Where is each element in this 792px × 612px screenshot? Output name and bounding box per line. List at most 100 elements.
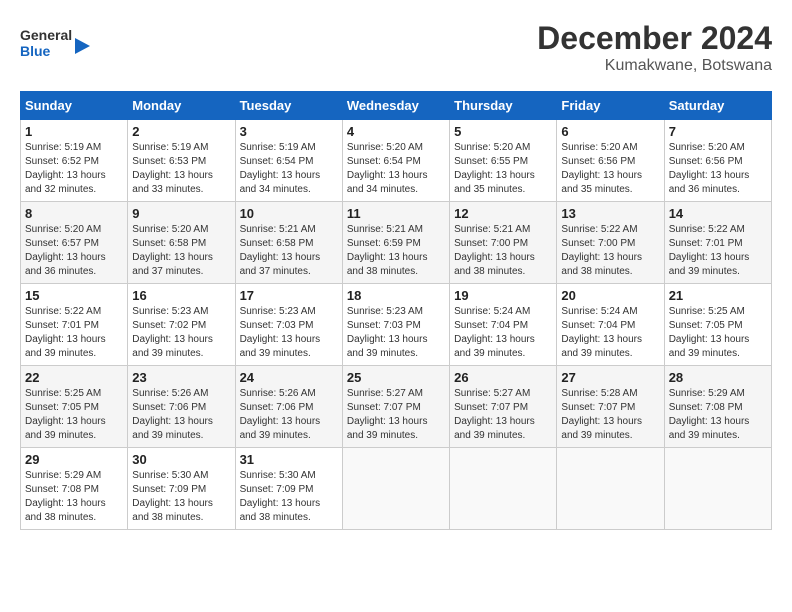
day-number: 11 [347,206,445,221]
calendar-cell [342,448,449,530]
week-row-3: 15 Sunrise: 5:22 AMSunset: 7:01 PMDayligh… [21,284,772,366]
day-number: 24 [240,370,338,385]
day-info: Sunrise: 5:20 AMSunset: 6:57 PMDaylight:… [25,223,123,279]
day-info: Sunrise: 5:20 AMSunset: 6:56 PMDaylight:… [669,141,767,197]
day-number: 22 [25,370,123,385]
calendar-cell: 18 Sunrise: 5:23 AMSunset: 7:03 PMDayligh… [342,284,449,366]
calendar-cell: 25 Sunrise: 5:27 AMSunset: 7:07 PMDayligh… [342,366,449,448]
calendar-cell: 11 Sunrise: 5:21 AMSunset: 6:59 PMDayligh… [342,202,449,284]
day-number: 13 [561,206,659,221]
day-info: Sunrise: 5:27 AMSunset: 7:07 PMDaylight:… [454,387,552,443]
title-section: December 2024 Kumakwane, Botswana [537,20,772,75]
day-number: 20 [561,288,659,303]
week-row-2: 8 Sunrise: 5:20 AMSunset: 6:57 PMDaylight… [21,202,772,284]
day-info: Sunrise: 5:29 AMSunset: 7:08 PMDaylight:… [669,387,767,443]
day-number: 31 [240,452,338,467]
day-number: 26 [454,370,552,385]
day-info: Sunrise: 5:29 AMSunset: 7:08 PMDaylight:… [25,469,123,525]
calendar-cell: 1Sunrise: 5:19 AMSunset: 6:52 PMDaylight… [21,120,128,202]
weekday-saturday: Saturday [664,92,771,120]
calendar-cell: 8 Sunrise: 5:20 AMSunset: 6:57 PMDaylight… [21,202,128,284]
page-header: General Blue December 2024 Kumakwane, Bo… [20,20,772,75]
day-number: 16 [132,288,230,303]
day-info: Sunrise: 5:24 AMSunset: 7:04 PMDaylight:… [561,305,659,361]
calendar-cell: 26 Sunrise: 5:27 AMSunset: 7:07 PMDayligh… [450,366,557,448]
day-info: Sunrise: 5:19 AMSunset: 6:53 PMDaylight:… [132,141,230,197]
day-number: 28 [669,370,767,385]
calendar-cell: 14 Sunrise: 5:22 AMSunset: 7:01 PMDayligh… [664,202,771,284]
day-info: Sunrise: 5:21 AMSunset: 6:58 PMDaylight:… [240,223,338,279]
calendar-cell [557,448,664,530]
day-number: 5 [454,124,552,139]
day-info: Sunrise: 5:20 AMSunset: 6:56 PMDaylight:… [561,141,659,197]
day-number: 21 [669,288,767,303]
weekday-tuesday: Tuesday [235,92,342,120]
day-info: Sunrise: 5:23 AMSunset: 7:02 PMDaylight:… [132,305,230,361]
calendar-cell: 12Sunrise: 5:21 AMSunset: 7:00 PMDayligh… [450,202,557,284]
calendar-cell: 9 Sunrise: 5:20 AMSunset: 6:58 PMDaylight… [128,202,235,284]
calendar-cell: 16 Sunrise: 5:23 AMSunset: 7:02 PMDayligh… [128,284,235,366]
logo-icon: General Blue [20,20,90,70]
day-info: Sunrise: 5:22 AMSunset: 7:01 PMDaylight:… [25,305,123,361]
day-info: Sunrise: 5:21 AMSunset: 7:00 PMDaylight:… [454,223,552,279]
calendar-cell: 28 Sunrise: 5:29 AMSunset: 7:08 PMDayligh… [664,366,771,448]
calendar-cell: 10 Sunrise: 5:21 AMSunset: 6:58 PMDayligh… [235,202,342,284]
calendar-cell: 7 Sunrise: 5:20 AMSunset: 6:56 PMDaylight… [664,120,771,202]
day-number: 25 [347,370,445,385]
day-info: Sunrise: 5:25 AMSunset: 7:05 PMDaylight:… [25,387,123,443]
calendar-table: SundayMondayTuesdayWednesdayThursdayFrid… [20,91,772,530]
day-number: 7 [669,124,767,139]
day-info: Sunrise: 5:26 AMSunset: 7:06 PMDaylight:… [240,387,338,443]
day-info: Sunrise: 5:28 AMSunset: 7:07 PMDaylight:… [561,387,659,443]
weekday-monday: Monday [128,92,235,120]
day-number: 8 [25,206,123,221]
day-info: Sunrise: 5:23 AMSunset: 7:03 PMDaylight:… [347,305,445,361]
day-info: Sunrise: 5:19 AMSunset: 6:54 PMDaylight:… [240,141,338,197]
weekday-wednesday: Wednesday [342,92,449,120]
calendar-cell: 21 Sunrise: 5:25 AMSunset: 7:05 PMDayligh… [664,284,771,366]
calendar-cell [450,448,557,530]
day-number: 19 [454,288,552,303]
day-info: Sunrise: 5:22 AMSunset: 7:00 PMDaylight:… [561,223,659,279]
day-info: Sunrise: 5:30 AMSunset: 7:09 PMDaylight:… [132,469,230,525]
day-info: Sunrise: 5:19 AMSunset: 6:52 PMDaylight:… [25,141,123,197]
calendar-cell: 3 Sunrise: 5:19 AMSunset: 6:54 PMDaylight… [235,120,342,202]
calendar-cell: 6 Sunrise: 5:20 AMSunset: 6:56 PMDaylight… [557,120,664,202]
calendar-cell: 4 Sunrise: 5:20 AMSunset: 6:54 PMDaylight… [342,120,449,202]
logo: General Blue [20,20,90,70]
day-number: 9 [132,206,230,221]
calendar-cell: 27Sunrise: 5:28 AMSunset: 7:07 PMDayligh… [557,366,664,448]
day-number: 30 [132,452,230,467]
day-number: 6 [561,124,659,139]
day-number: 18 [347,288,445,303]
weekday-friday: Friday [557,92,664,120]
day-info: Sunrise: 5:20 AMSunset: 6:58 PMDaylight:… [132,223,230,279]
calendar-cell: 24 Sunrise: 5:26 AMSunset: 7:06 PMDayligh… [235,366,342,448]
calendar-cell: 22 Sunrise: 5:25 AMSunset: 7:05 PMDayligh… [21,366,128,448]
calendar-cell: 29 Sunrise: 5:29 AMSunset: 7:08 PMDayligh… [21,448,128,530]
day-info: Sunrise: 5:20 AMSunset: 6:54 PMDaylight:… [347,141,445,197]
calendar-cell: 17 Sunrise: 5:23 AMSunset: 7:03 PMDayligh… [235,284,342,366]
calendar-cell: 13 Sunrise: 5:22 AMSunset: 7:00 PMDayligh… [557,202,664,284]
calendar-cell: 23Sunrise: 5:26 AMSunset: 7:06 PMDayligh… [128,366,235,448]
day-info: Sunrise: 5:27 AMSunset: 7:07 PMDaylight:… [347,387,445,443]
calendar-cell: 20 Sunrise: 5:24 AMSunset: 7:04 PMDayligh… [557,284,664,366]
day-number: 4 [347,124,445,139]
day-number: 10 [240,206,338,221]
day-info: Sunrise: 5:22 AMSunset: 7:01 PMDaylight:… [669,223,767,279]
week-row-4: 22 Sunrise: 5:25 AMSunset: 7:05 PMDayligh… [21,366,772,448]
day-info: Sunrise: 5:25 AMSunset: 7:05 PMDaylight:… [669,305,767,361]
day-number: 29 [25,452,123,467]
weekday-sunday: Sunday [21,92,128,120]
day-number: 3 [240,124,338,139]
weekday-header-row: SundayMondayTuesdayWednesdayThursdayFrid… [21,92,772,120]
day-info: Sunrise: 5:23 AMSunset: 7:03 PMDaylight:… [240,305,338,361]
calendar-cell: 19 Sunrise: 5:24 AMSunset: 7:04 PMDayligh… [450,284,557,366]
day-info: Sunrise: 5:24 AMSunset: 7:04 PMDaylight:… [454,305,552,361]
day-info: Sunrise: 5:21 AMSunset: 6:59 PMDaylight:… [347,223,445,279]
day-number: 14 [669,206,767,221]
location: Kumakwane, Botswana [537,57,772,75]
day-number: 23 [132,370,230,385]
day-number: 17 [240,288,338,303]
day-number: 15 [25,288,123,303]
